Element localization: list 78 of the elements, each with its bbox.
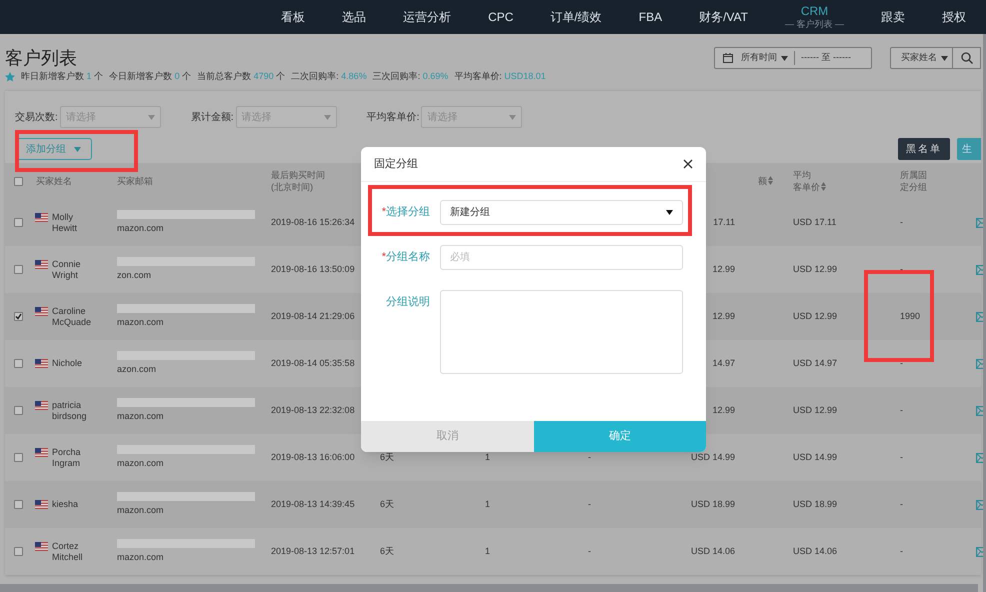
table-cell-text: USD 14.99 — [690, 450, 735, 464]
table-cell-text: USD 18.99 — [793, 498, 838, 511]
column-header: 所属固定分组 — [900, 169, 928, 193]
table-cell-text: 2019-08-16 15:26:34 — [271, 216, 356, 229]
field-label: *分组名称 — [380, 250, 430, 265]
email-text: mazon.com — [117, 222, 165, 235]
column-header: 最后购买时间 (北京时间) — [271, 169, 325, 193]
table-cell-text: - — [900, 356, 904, 370]
table-cell-text: 2019-08-14 05:35:58 — [271, 356, 356, 370]
table-cell-text: 2019-08-13 14:39:45 — [271, 498, 356, 511]
table-cell-text: 17.11 — [713, 216, 735, 229]
filter-label: 平均客单价: — [366, 110, 420, 124]
table-cell-text: USD 18.99 — [690, 498, 735, 511]
buyer-name: kiesha — [52, 499, 78, 510]
column-header: 额 — [758, 175, 767, 187]
table-cell-text: USD 17.11 — [793, 216, 838, 229]
email-text: mazon.com — [117, 504, 165, 517]
table-cell-text: - — [900, 544, 904, 558]
table-cell-text: USD 12.99 — [793, 310, 838, 323]
table-cell-text: 2019-08-13 22:32:08 — [271, 404, 356, 417]
buyer-name: Connie Wright — [52, 258, 81, 280]
email-text: zon.com — [117, 268, 152, 282]
table-cell-text: - — [900, 216, 904, 229]
table-cell-text: 2019-08-16 13:50:09 — [271, 262, 356, 276]
table-cell-text: 12.99 — [712, 404, 735, 417]
email-text: mazon.com — [117, 410, 165, 423]
column-header: 客单价 — [793, 181, 820, 193]
table-cell-text: USD 12.99 — [793, 262, 838, 276]
table-cell-text: 12.99 — [712, 262, 735, 276]
table-cell-text: - — [900, 450, 904, 464]
table-cell-text: USD 14.06 — [793, 544, 838, 558]
filter-label: 交易次数: — [15, 110, 58, 124]
table-cell-text: - — [900, 262, 904, 276]
stat-text: 三次回购率: 0.69% — [372, 70, 448, 83]
table-cell-text: 1990 — [900, 310, 922, 323]
email-text: mazon.com — [117, 456, 165, 470]
table-cell-text: 6天 — [380, 450, 396, 464]
column-header: 平均 — [793, 169, 812, 181]
table-cell-text: - — [588, 450, 592, 464]
column-header: 买家姓名 — [36, 175, 72, 187]
table-cell-text: USD 14.99 — [793, 450, 838, 464]
table-cell-text: USD 14.97 — [793, 356, 838, 370]
stat-text: 当前总客户数 4790 个 — [197, 70, 286, 83]
column-header: 买家邮箱 — [117, 175, 153, 187]
field-label: 分组说明 — [385, 295, 430, 310]
email-text: mazon.com — [117, 550, 165, 564]
email-text: mazon.com — [117, 316, 165, 329]
dialog-title: 固定分组 — [374, 156, 418, 172]
table-cell-text: 1 — [485, 498, 492, 511]
field-label: *选择分组 — [380, 205, 430, 220]
table-cell-text: 1 — [485, 450, 492, 464]
table-cell-text: 1 — [485, 544, 492, 558]
table-cell-text: - — [900, 498, 904, 511]
buyer-name: Porcha Ingram — [52, 446, 81, 468]
email-text: azon.com — [117, 362, 158, 376]
table-cell-text: - — [588, 544, 592, 558]
table-cell-text: USD 14.06 — [690, 544, 735, 558]
table-cell-text: 2019-08-14 21:29:06 — [271, 310, 356, 323]
stat-text: 二次回购率: 4.86% — [291, 70, 367, 83]
buyer-name: Cortez Mitchell — [52, 540, 83, 562]
table-cell-text: 2019-08-13 12:57:01 — [271, 544, 356, 558]
table-cell-text: 2019-08-13 16:06:00 — [271, 450, 356, 464]
table-cell-text: - — [588, 498, 592, 511]
stat-text: 平均客单价: USD18.01 — [454, 70, 546, 83]
table-cell-text: 6天 — [380, 544, 396, 558]
table-cell-text: USD 12.99 — [793, 404, 838, 417]
buyer-name: Caroline McQuade — [52, 306, 92, 328]
table-cell-text: 14.97 — [712, 356, 735, 370]
buyer-name: patricia birdsong — [52, 400, 87, 422]
page-title: 客户列表 — [5, 47, 78, 69]
buyer-name: Molly Hewitt — [52, 212, 78, 234]
stat-text: 昨日新增客户数 1 个 — [21, 70, 104, 83]
table-cell-text: 12.99 — [712, 310, 735, 323]
table-cell-text: 6天 — [380, 498, 396, 511]
stat-text: 今日新增客户数 0 个 — [109, 70, 192, 83]
table-cell-text: - — [900, 404, 904, 417]
buyer-name: Nichole — [52, 358, 82, 369]
filter-label: 累计金额: — [190, 110, 234, 124]
